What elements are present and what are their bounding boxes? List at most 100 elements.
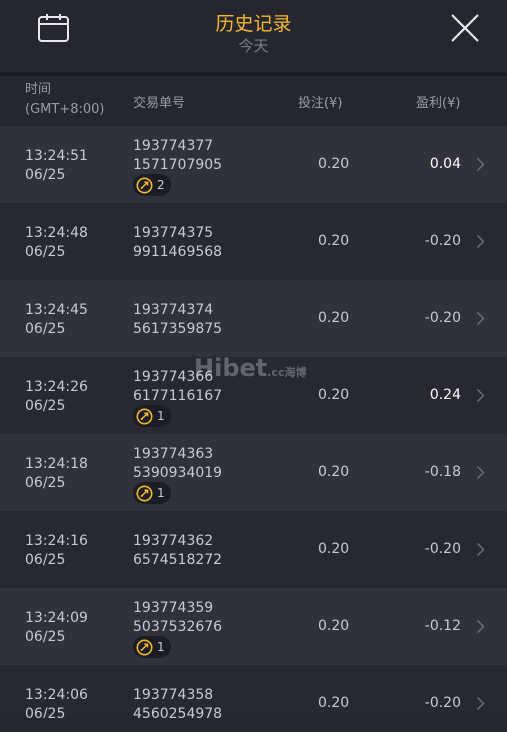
row-bet: 0.20	[318, 387, 350, 403]
row-bet: 0.20	[318, 156, 350, 172]
chevron-right-icon[interactable]	[476, 619, 485, 634]
row-time: 13:24:26	[25, 379, 88, 395]
row-date: 06/25	[25, 398, 66, 414]
row-time: 13:24:16	[25, 533, 88, 549]
row-datetime: 13:24:09 06/25	[25, 609, 88, 647]
row-profit: 0.24	[429, 387, 461, 403]
free-spin-count: 1	[157, 640, 165, 654]
free-spin-count: 1	[157, 486, 165, 500]
row-datetime: 13:24:06 06/25	[25, 686, 88, 718]
column-header-bet: 投注(¥)	[298, 96, 343, 111]
row-bet: 0.20	[318, 618, 350, 634]
row-order-line-1: 193774377	[133, 138, 214, 154]
column-header-time-label: 时间	[25, 82, 52, 97]
chevron-right-icon[interactable]	[476, 542, 485, 557]
free-spin-badge: 2	[133, 174, 171, 196]
row-date: 06/25	[25, 706, 66, 718]
row-order-number: 193774375 9911469568	[133, 224, 222, 262]
row-date: 06/25	[25, 167, 66, 183]
row-order-number: 193774359 5037532676	[133, 599, 222, 637]
row-date: 06/25	[25, 475, 66, 491]
row-profit: -0.12	[424, 618, 461, 634]
free-spin-coin-icon	[136, 639, 153, 655]
chevron-right-icon[interactable]	[476, 157, 485, 172]
row-date: 06/25	[25, 321, 66, 337]
row-datetime: 13:24:18 06/25	[25, 455, 88, 493]
chevron-right-icon[interactable]	[476, 388, 485, 403]
row-order-number: 193774358 4560254978	[133, 686, 222, 718]
row-bet: 0.20	[318, 695, 350, 711]
row-order-number: 193774363 5390934019	[133, 445, 222, 483]
row-datetime: 13:24:45 06/25	[25, 301, 88, 339]
row-order-line-1: 193774359	[133, 600, 214, 616]
free-spin-count: 1	[157, 409, 165, 423]
column-header-time: 时间 (GMT+8:00)	[25, 80, 104, 120]
row-order-line-1: 193774375	[133, 225, 214, 241]
row-order-line-2: 5037532676	[133, 619, 223, 635]
close-icon[interactable]	[448, 11, 482, 45]
row-order-line-1: 193774374	[133, 302, 214, 318]
row-order-line-1: 193774358	[133, 687, 214, 703]
row-time: 13:24:09	[25, 610, 88, 626]
row-order-line-1: 193774362	[133, 533, 214, 549]
row-bet: 0.20	[318, 464, 350, 480]
row-order-number: 193774366 6177116167	[133, 368, 222, 406]
row-time: 13:24:48	[25, 225, 88, 241]
table-row[interactable]: 13:24:48 06/25 193774375 9911469568 0.20…	[0, 203, 507, 280]
row-datetime: 13:24:26 06/25	[25, 378, 88, 416]
row-datetime: 13:24:51 06/25	[25, 147, 88, 185]
free-spin-coin-icon	[136, 485, 153, 501]
top-bar: 历史记录 今天	[0, 0, 507, 72]
free-spin-coin-icon	[136, 408, 153, 424]
row-date: 06/25	[25, 552, 66, 568]
row-time: 13:24:18	[25, 456, 88, 472]
row-profit: -0.18	[424, 464, 461, 480]
table-row[interactable]: 13:24:09 06/25 193774359 5037532676 1 0.…	[0, 588, 507, 665]
row-bet: 0.20	[318, 541, 350, 557]
table-row[interactable]: 13:24:45 06/25 193774374 5617359875 0.20…	[0, 280, 507, 357]
row-profit: -0.20	[424, 233, 461, 249]
row-time: 13:24:06	[25, 687, 88, 703]
row-profit: 0.04	[429, 156, 461, 172]
table-row[interactable]: 13:24:26 06/25 193774366 6177116167 1 0.…	[0, 357, 507, 434]
row-order-line-2: 6574518272	[133, 552, 223, 568]
date-filter-label: 今天	[238, 37, 269, 55]
table-row[interactable]: 13:24:51 06/25 193774377 1571707905 2 0.…	[0, 126, 507, 203]
column-header-profit: 盈利(¥)	[416, 96, 461, 111]
row-order-line-2: 4560254978	[133, 706, 223, 718]
row-profit: -0.20	[424, 541, 461, 557]
page-title: 历史记录	[215, 13, 292, 35]
row-datetime: 13:24:48 06/25	[25, 224, 88, 262]
row-time: 13:24:51	[25, 148, 88, 164]
row-order-line-2: 9911469568	[133, 244, 223, 260]
row-order-number: 193774374 5617359875	[133, 301, 222, 339]
row-bet: 0.20	[318, 310, 350, 326]
table-row[interactable]: 13:24:18 06/25 193774363 5390934019 1 0.…	[0, 434, 507, 511]
row-bet: 0.20	[318, 233, 350, 249]
table-header: 时间 (GMT+8:00) 交易单号 投注(¥) 盈利(¥)	[0, 76, 507, 126]
row-date: 06/25	[25, 629, 66, 645]
chevron-right-icon[interactable]	[476, 311, 485, 326]
free-spin-badge: 1	[133, 636, 171, 658]
free-spin-badge: 1	[133, 482, 171, 504]
row-datetime: 13:24:16 06/25	[25, 532, 88, 570]
row-date: 06/25	[25, 244, 66, 260]
column-header-timezone: (GMT+8:00)	[25, 102, 105, 117]
free-spin-coin-icon	[136, 177, 153, 193]
row-order-line-1: 193774363	[133, 446, 214, 462]
table-row[interactable]: 13:24:06 06/25 193774358 4560254978 0.20…	[0, 665, 507, 718]
row-order-line-1: 193774366	[133, 369, 214, 385]
free-spin-badge: 1	[133, 405, 171, 427]
free-spin-count: 2	[157, 178, 165, 192]
row-order-line-2: 1571707905	[133, 157, 223, 173]
chevron-right-icon[interactable]	[476, 234, 485, 249]
row-order-line-2: 5390934019	[133, 465, 223, 481]
chevron-right-icon[interactable]	[476, 696, 485, 711]
column-header-order: 交易单号	[133, 96, 186, 111]
table-row[interactable]: 13:24:16 06/25 193774362 6574518272 0.20…	[0, 511, 507, 588]
chevron-right-icon[interactable]	[476, 465, 485, 480]
row-order-number: 193774362 6574518272	[133, 532, 222, 570]
row-profit: -0.20	[424, 695, 461, 711]
row-profit: -0.20	[424, 310, 461, 326]
row-order-line-2: 5617359875	[133, 321, 223, 337]
